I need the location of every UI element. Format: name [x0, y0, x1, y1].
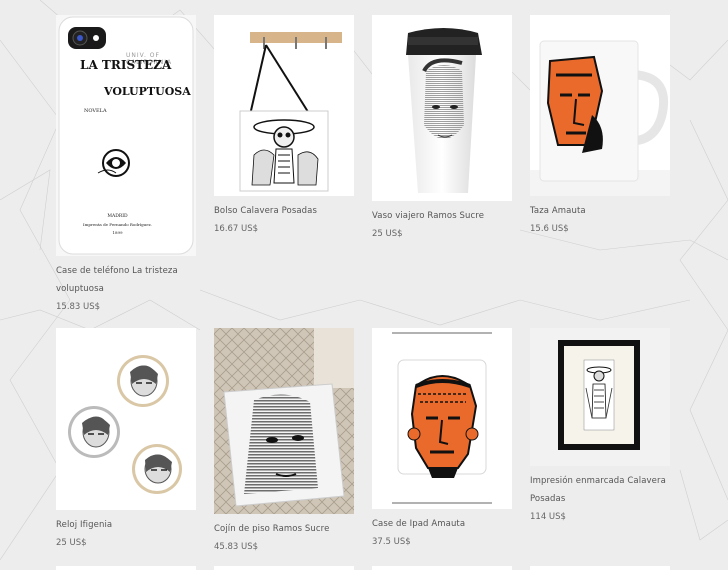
book-subtitle: NOVELA: [84, 108, 107, 114]
product-card[interactable]: Bolso Calavera Posadas 16.67 US$: [214, 15, 354, 234]
product-title[interactable]: Bolso Calavera Posadas: [214, 202, 354, 220]
book-city: MADRID: [107, 214, 128, 219]
product-title[interactable]: Impresión enmarcada Calavera Posadas: [530, 472, 670, 508]
framed-print-icon: [558, 340, 640, 450]
product-image[interactable]: [214, 15, 354, 196]
product-title[interactable]: Reloj Ifigenia: [56, 516, 196, 534]
next-row-card-edge: [214, 566, 354, 570]
product-card[interactable]: Taza Amauta 15.6 US$: [530, 15, 670, 234]
next-row-card-edge: [56, 566, 196, 570]
product-image[interactable]: [372, 15, 512, 201]
product-card[interactable]: Vaso viajero Ramos Sucre 25 US$: [372, 15, 512, 239]
product-title[interactable]: Cojín de piso Ramos Sucre: [214, 520, 354, 538]
product-card[interactable]: Impresión enmarcada Calavera Posadas 114…: [530, 328, 670, 522]
travel-mug-icon: [406, 28, 482, 193]
product-title[interactable]: Case de teléfono La tristeza voluptuosa: [56, 262, 196, 298]
floor-pillow-icon: [214, 328, 354, 514]
product-title[interactable]: Taza Amauta: [530, 202, 670, 220]
product-price: 25 US$: [56, 538, 87, 548]
product-price: 114 US$: [530, 512, 566, 522]
product-price: 15.83 US$: [56, 302, 101, 312]
book-title-line2: VOLUPTUOSA: [104, 85, 191, 98]
product-title[interactable]: Case de Ipad Amauta: [372, 515, 512, 533]
product-price: 16.67 US$: [214, 224, 259, 234]
book-year: 1899: [112, 230, 123, 235]
tote-bag-icon: [239, 32, 342, 192]
product-card[interactable]: UNIV. OF CALIFORNIA LA TRISTEZA VOLUPTUO…: [56, 15, 196, 312]
mug-icon: [530, 40, 670, 196]
product-card[interactable]: Case de Ipad Amauta 37.5 US$: [372, 328, 512, 547]
emblem-icon: [97, 149, 130, 177]
product-image[interactable]: UNIV. OF CALIFORNIA LA TRISTEZA VOLUPTUO…: [56, 15, 196, 256]
product-price: 25 US$: [372, 229, 403, 239]
product-image[interactable]: [530, 15, 670, 196]
product-card[interactable]: Reloj Ifigenia 25 US$: [56, 328, 196, 548]
book-publisher: Imprenta de Fernando Rodríguez.: [83, 222, 152, 227]
product-image[interactable]: [56, 328, 196, 510]
product-image[interactable]: [530, 328, 670, 466]
product-card[interactable]: Cojín de piso Ramos Sucre 45.83 US$: [214, 328, 354, 552]
book-title-line1: LA TRISTEZA: [80, 58, 172, 72]
product-price: 15.6 US$: [530, 224, 569, 234]
product-title[interactable]: Vaso viajero Ramos Sucre: [372, 207, 512, 225]
product-price: 45.83 US$: [214, 542, 259, 552]
next-row-card-edge: [530, 566, 670, 570]
ipad-case-icon: [392, 332, 492, 504]
product-image[interactable]: [214, 328, 354, 514]
next-row-card-edge: [372, 566, 512, 570]
product-price: 37.5 US$: [372, 537, 411, 547]
product-image[interactable]: [372, 328, 512, 509]
pins-icon: [68, 355, 182, 494]
